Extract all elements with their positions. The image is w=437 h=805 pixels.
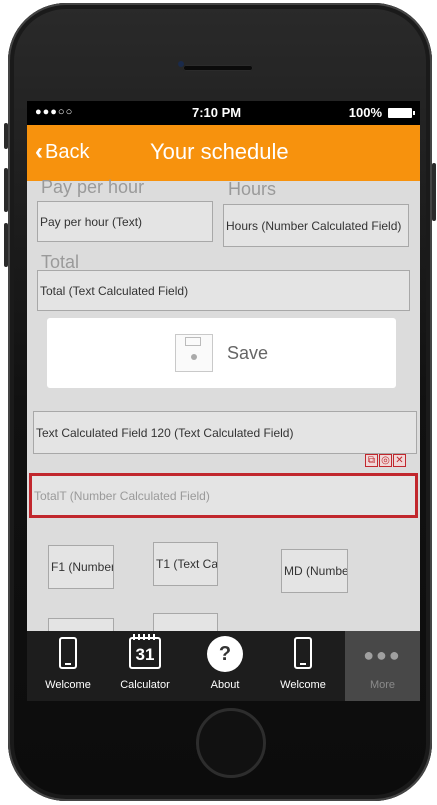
page-title: Your schedule xyxy=(150,139,289,164)
back-button[interactable]: ‹ Back xyxy=(35,140,89,164)
battery-percent: 100% xyxy=(348,105,382,120)
volume-down-button xyxy=(4,223,8,267)
save-label: Save xyxy=(226,342,269,363)
tab-label: About xyxy=(210,679,240,691)
tab-label: More xyxy=(369,679,396,691)
home-button[interactable] xyxy=(196,708,266,778)
copy-icon[interactable]: ⧉ xyxy=(365,454,378,467)
tab-bar: Welcome 31 Calculator ? About Welcome ●●… xyxy=(27,631,420,701)
tab-about[interactable]: ? About xyxy=(189,631,261,701)
tab-calculator[interactable]: 31 Calculator xyxy=(109,631,181,701)
tab-label: Welcome xyxy=(45,679,91,691)
total-field[interactable]: Total (Text Calculated Field) xyxy=(37,270,410,311)
text-calculated-field-120[interactable]: Text Calculated Field 120 (Text Calculat… xyxy=(33,411,417,454)
close-icon[interactable]: ✕ xyxy=(393,454,406,467)
tab-welcome[interactable]: Welcome xyxy=(32,631,104,701)
speaker-grille xyxy=(183,65,253,71)
save-button[interactable]: Save xyxy=(47,318,396,388)
totalt-field[interactable]: TotalT (Number Calculated Field) xyxy=(29,473,418,518)
field-controls: ⧉ ◎ ✕ xyxy=(365,454,406,467)
status-bar: ●●●○○ 7:10 PM 100% xyxy=(27,101,420,125)
settings-icon[interactable]: ◎ xyxy=(379,454,392,467)
more-icon: ●●● xyxy=(363,645,402,665)
nav-bar: ‹ Back Your schedule xyxy=(27,125,420,181)
back-label: Back xyxy=(45,140,90,163)
md-field[interactable]: MD (Number Calculated Field) xyxy=(281,549,348,593)
chevron-left-icon: ‹ xyxy=(35,138,43,165)
pay-per-hour-label: Pay per hour xyxy=(41,177,145,197)
pay-per-hour-field[interactable]: Pay per hour (Text) xyxy=(37,201,213,242)
battery-icon xyxy=(388,108,415,118)
calendar-icon: 31 xyxy=(129,634,161,669)
f1-field[interactable]: F1 (Number Calculated Field) xyxy=(48,545,114,589)
tab-label: Welcome xyxy=(280,679,326,691)
t1-field[interactable]: T1 (Text Calculated Field) xyxy=(153,542,218,586)
hours-field[interactable]: Hours (Number Calculated Field) xyxy=(223,204,409,247)
hours-label: Hours xyxy=(228,179,277,199)
app-screen: ●●●○○ 7:10 PM 100% ‹ Back Your schedule … xyxy=(27,101,420,701)
tab-label: Calculator xyxy=(120,679,170,691)
phone-icon xyxy=(294,637,312,669)
status-time: 7:10 PM xyxy=(192,105,242,120)
volume-up-button xyxy=(4,168,8,212)
floppy-disk-icon xyxy=(174,334,213,372)
mute-switch xyxy=(4,123,8,149)
signal-strength: ●●●○○ xyxy=(35,106,74,118)
phone-icon xyxy=(59,637,77,669)
tab-more[interactable]: ●●● More xyxy=(345,631,420,701)
tab-welcome-2[interactable]: Welcome xyxy=(267,631,339,701)
question-icon: ? xyxy=(207,636,243,672)
power-button xyxy=(432,163,436,221)
